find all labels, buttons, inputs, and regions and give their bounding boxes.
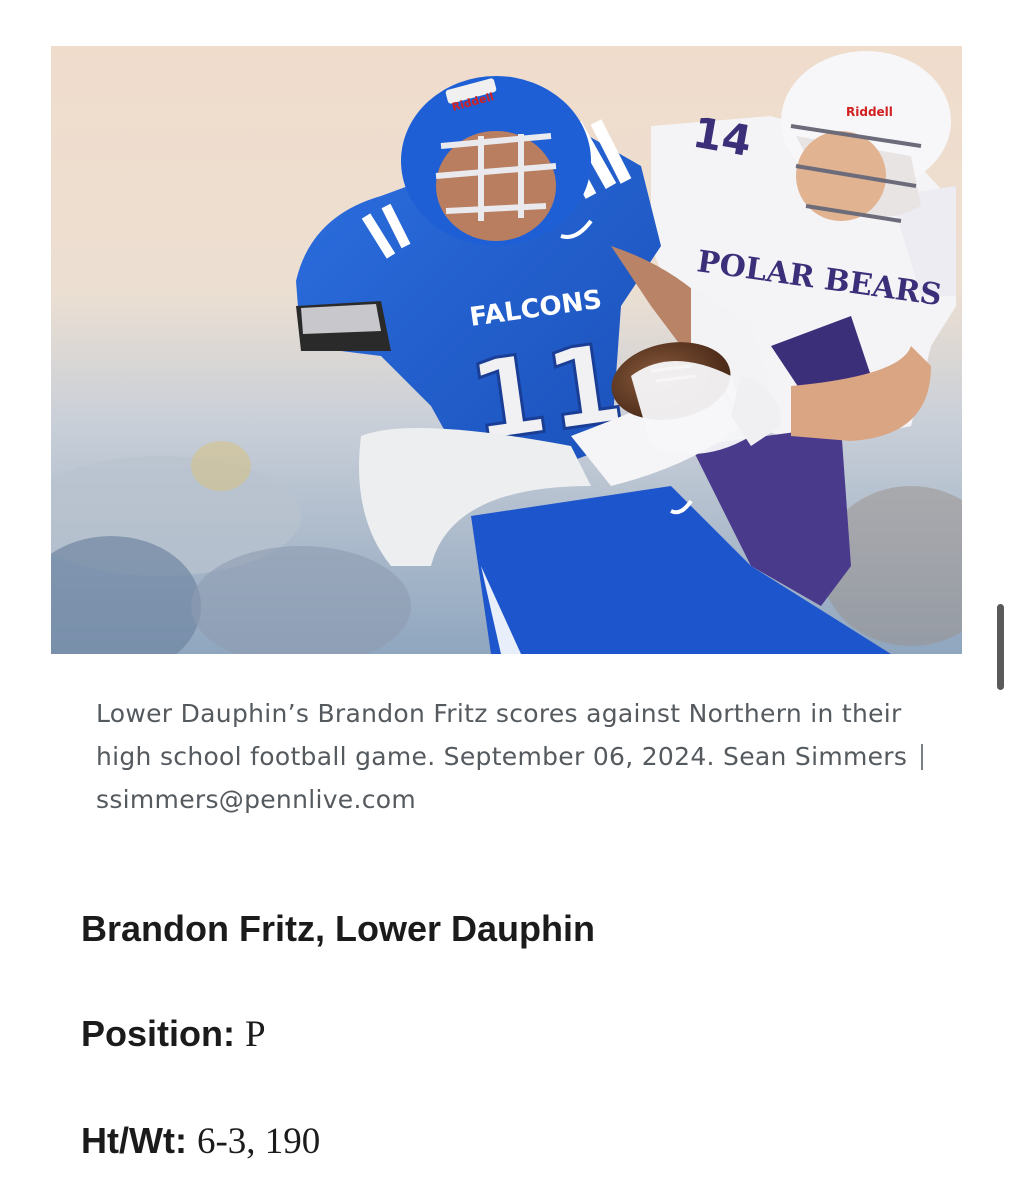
caption-email: ssimmers@pennlive.com — [96, 785, 417, 814]
football-action-image: POLAR BEARS 14 Riddell FALCONS 11 Riddel… — [51, 46, 962, 654]
photo-caption: Lower Dauphin’s Brandon Fritz scores aga… — [96, 692, 936, 821]
height-weight-row: Ht/Wt: 6-3, 190 — [81, 1120, 320, 1163]
svg-text:14: 14 — [689, 108, 755, 166]
htwt-value: 6-3, 190 — [196, 1121, 321, 1162]
article-photo: POLAR BEARS 14 Riddell FALCONS 11 Riddel… — [51, 46, 962, 654]
position-value: P — [245, 1014, 266, 1055]
caption-photographer: Sean Simmers — [723, 742, 908, 771]
caption-divider — [921, 744, 924, 770]
position-label: Position: — [81, 1013, 235, 1054]
svg-text:Riddell: Riddell — [846, 105, 893, 119]
position-row: Position: P — [81, 1013, 266, 1056]
scrollbar-thumb[interactable] — [997, 604, 1004, 690]
htwt-label: Ht/Wt: — [81, 1120, 187, 1161]
player-name-heading: Brandon Fritz, Lower Dauphin — [81, 908, 595, 949]
